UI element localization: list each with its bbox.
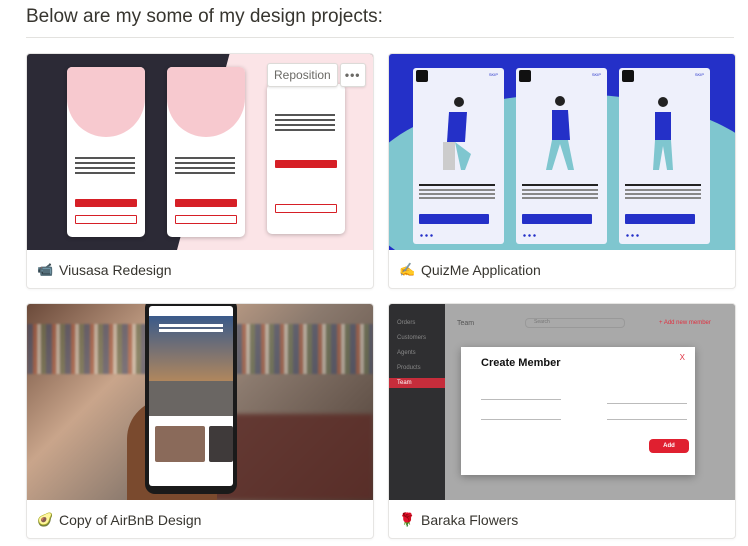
card-caption: ✍️ QuizMe Application [399, 260, 541, 280]
modal-title: Create Member [481, 357, 561, 369]
nav-item: Agents [397, 350, 416, 356]
gallery-card-baraka[interactable]: Orders Customers Agents Products Team Te… [388, 303, 736, 539]
card-title: Copy of AirBnB Design [59, 512, 202, 528]
page-heading: Below are my some of my design projects: [26, 6, 383, 27]
mockup-phone [67, 67, 145, 237]
mockup-page-title: Team [457, 320, 475, 327]
mockup-phone: SKIP [516, 68, 607, 244]
mockup-phone: SKIP [619, 68, 710, 244]
gallery-card-viusasa[interactable]: Reposition ••• 📹 Viusasa Redesign [26, 53, 374, 289]
reposition-button[interactable]: Reposition [267, 63, 338, 87]
card-cover-image [27, 304, 373, 500]
card-caption: 🌹 Baraka Flowers [399, 510, 518, 530]
mockup-search: Search [525, 318, 625, 328]
card-title: Viusasa Redesign [59, 262, 172, 278]
rose-icon: 🌹 [399, 512, 416, 527]
gallery-card-quizme[interactable]: SKIP SKIP SKIP ✍️ QuizMe Application [388, 53, 736, 289]
card-caption: 🥑 Copy of AirBnB Design [37, 510, 201, 530]
mockup-add-new: + Add new member [659, 320, 711, 326]
card-title: Baraka Flowers [421, 512, 519, 528]
card-cover-image: Reposition ••• [27, 54, 373, 250]
writing-hand-icon: ✍️ [399, 262, 416, 277]
nav-item: Team [397, 380, 412, 386]
more-options-button[interactable]: ••• [339, 63, 366, 87]
avocado-icon: 🥑 [37, 512, 54, 527]
skip-label: SKIP [488, 72, 498, 77]
nav-item: Products [397, 365, 421, 371]
nav-item: Customers [397, 335, 427, 341]
mockup-phone [145, 304, 237, 494]
gallery-card-airbnb[interactable]: 🥑 Copy of AirBnB Design [26, 303, 374, 539]
skip-label: SKIP [694, 72, 704, 77]
close-icon: X [679, 353, 685, 362]
card-title: QuizMe Application [421, 262, 541, 278]
mockup-phone [167, 67, 245, 237]
mockup-phone [267, 84, 345, 234]
mockup-phone: SKIP [413, 68, 504, 244]
divider [26, 37, 734, 38]
card-caption: 📹 Viusasa Redesign [37, 260, 172, 280]
skip-label: SKIP [591, 72, 601, 77]
video-camera-icon: 📹 [37, 262, 54, 277]
mockup-modal: Create Member X Add [461, 347, 695, 475]
card-cover-image: Orders Customers Agents Products Team Te… [389, 304, 735, 500]
card-cover-image: SKIP SKIP SKIP [389, 54, 735, 250]
mockup-sidebar: Orders Customers Agents Products Team [389, 304, 445, 500]
cover-toolbar: Reposition ••• [267, 63, 366, 87]
mockup-add-button: Add [649, 439, 689, 453]
nav-item: Orders [397, 320, 416, 326]
